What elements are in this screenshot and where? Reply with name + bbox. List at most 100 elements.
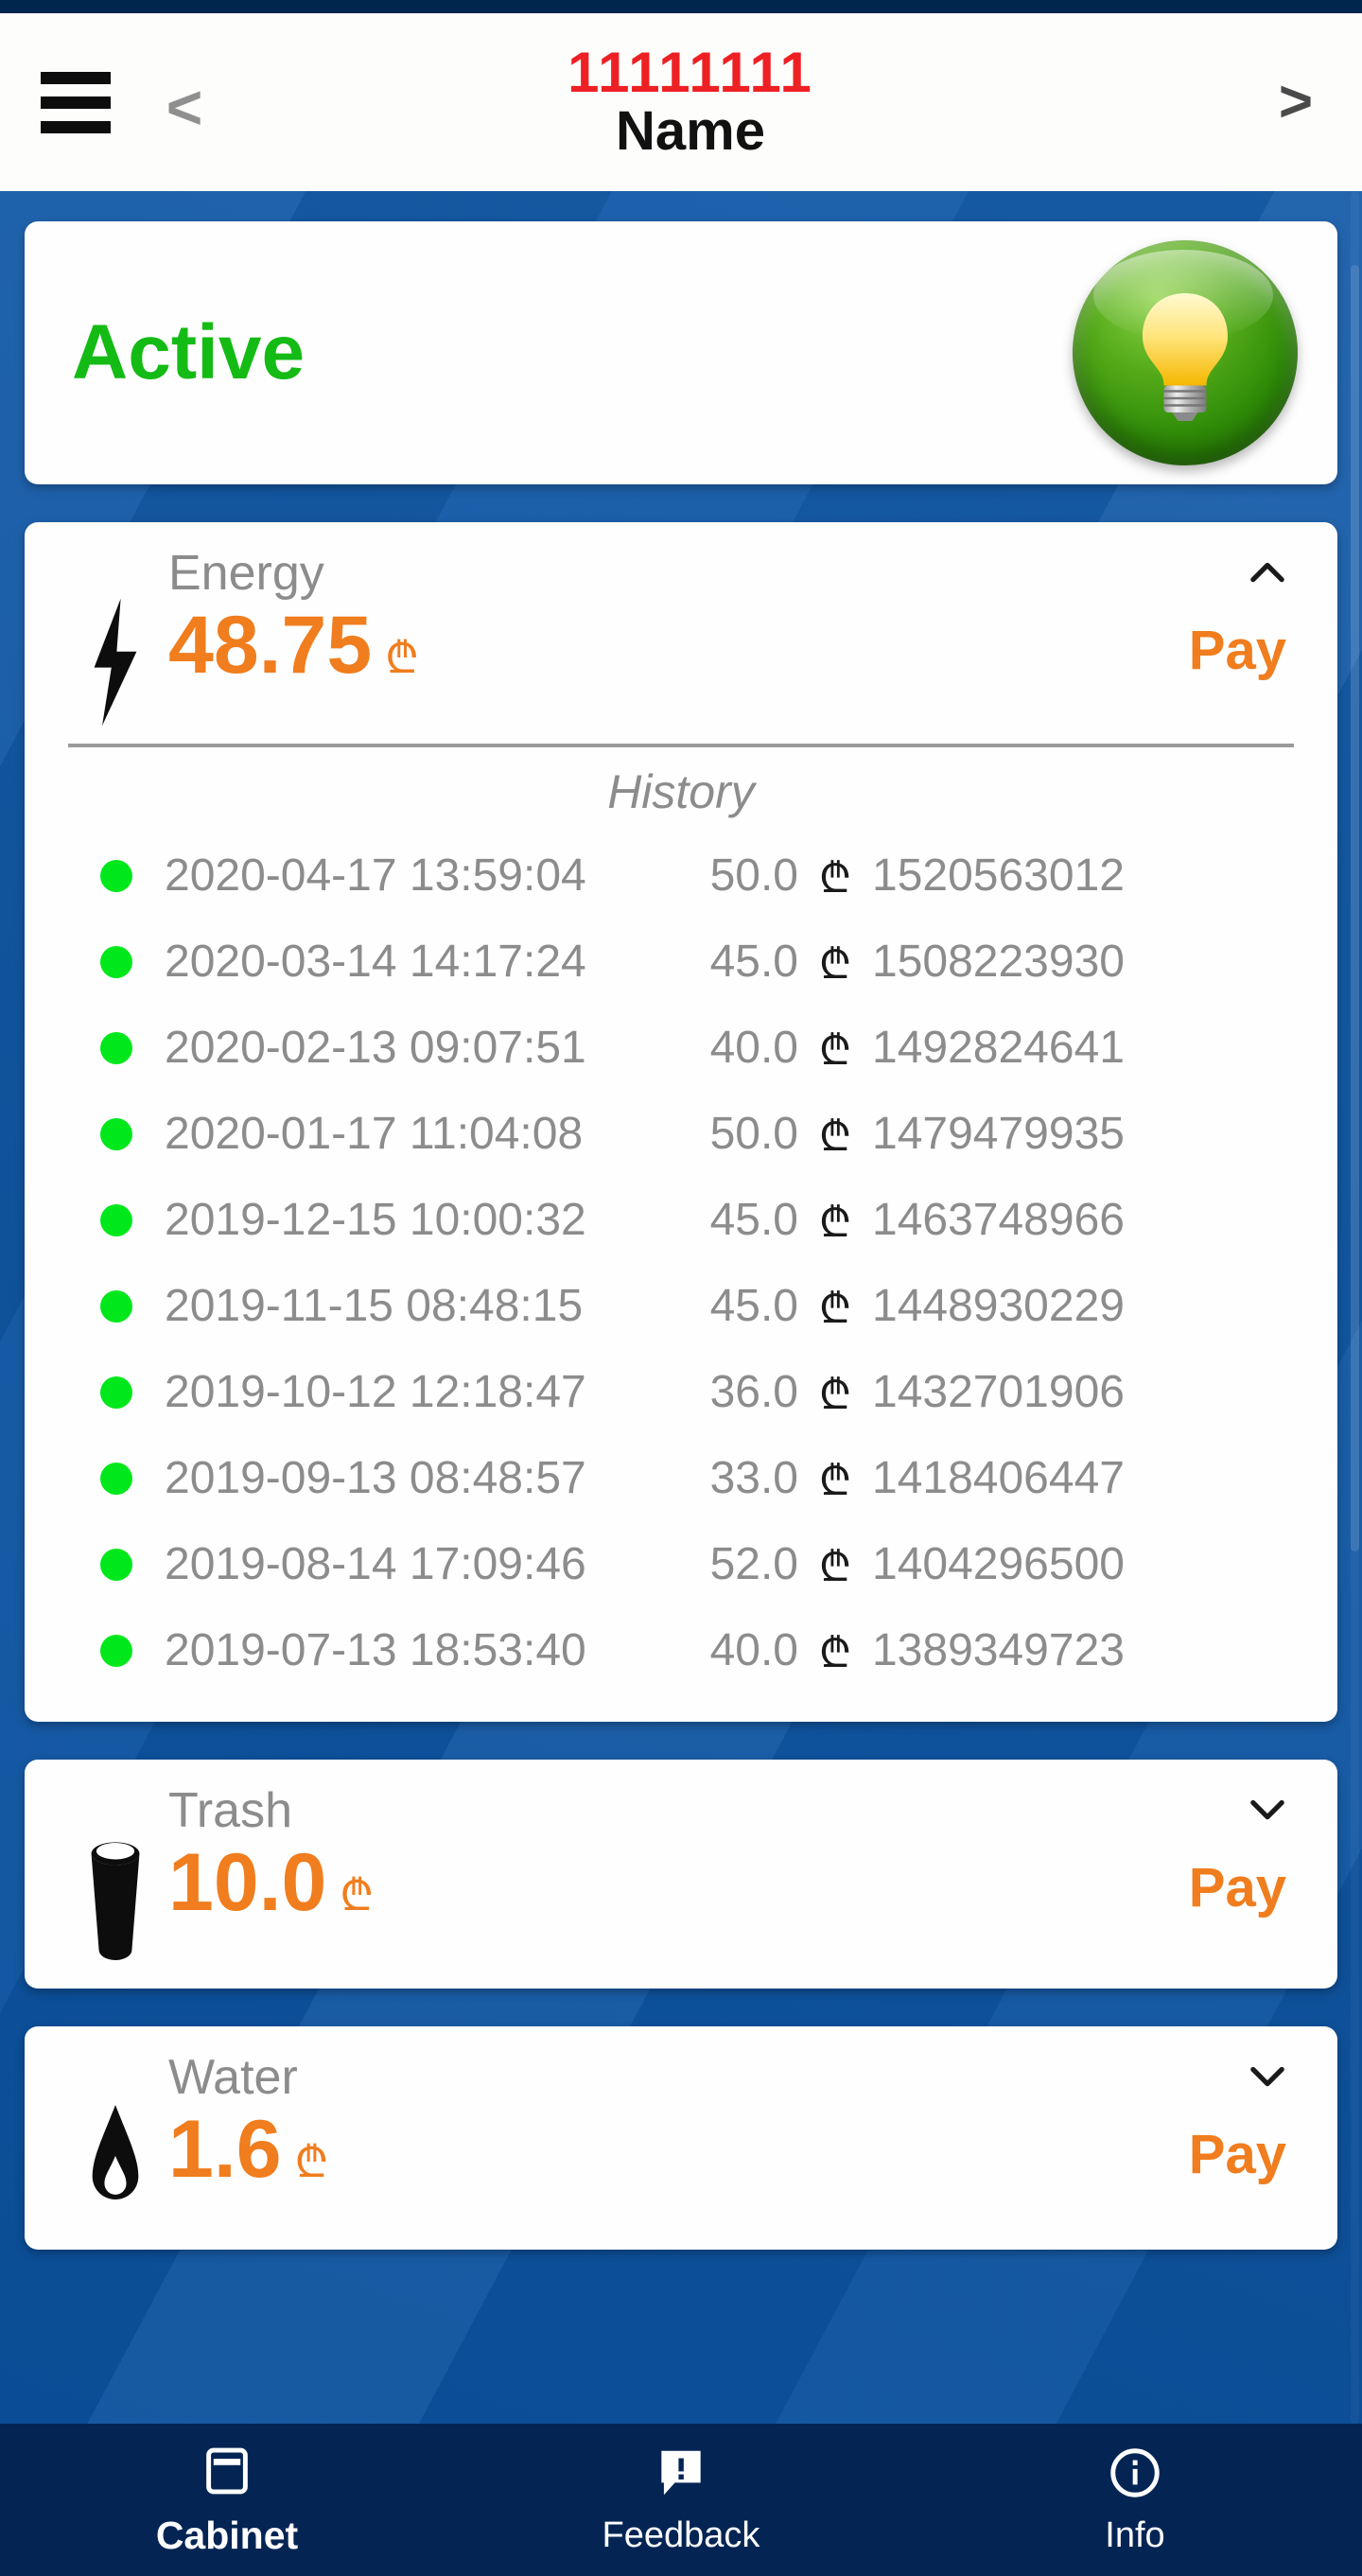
- nav-label-cabinet: Cabinet: [155, 2514, 299, 2557]
- next-account-button[interactable]: >: [1230, 73, 1362, 131]
- history-datetime: 2019-10-12 12:18:47: [165, 1367, 586, 1417]
- wallet-card-icon: [206, 2447, 248, 2495]
- history-transaction-id: 1389349723: [872, 1625, 1125, 1675]
- utility-header[interactable]: Trash 10.0 ₾ Pay: [62, 1783, 1300, 1960]
- history-datetime: 2020-04-17 13:59:04: [165, 850, 586, 901]
- chevron-up-icon[interactable]: [1239, 547, 1296, 596]
- utility-body: Energy 48.75 ₾ Pay: [168, 546, 1300, 692]
- history-amount: 33.0: [709, 1453, 798, 1503]
- water-drop-glyph: [92, 2105, 139, 2199]
- history-status-dot: [100, 945, 132, 978]
- history-datetime: 2020-01-17 11:04:08: [165, 1109, 584, 1159]
- utility-card-trash[interactable]: Trash 10.0 ₾ Pay: [25, 1760, 1337, 1989]
- history-status-dot: [100, 1289, 132, 1323]
- history-amount: 40.0: [709, 1023, 798, 1073]
- history-row[interactable]: 2019-07-13 18:53:40 40.0 ₾ 1389349723: [62, 1607, 1300, 1693]
- utility-amount-value: 48.75: [168, 600, 373, 692]
- history-transaction-id: 1492824641: [872, 1023, 1125, 1073]
- history-amount: 45.0: [709, 1195, 798, 1245]
- lightbulb-icon[interactable]: [1073, 240, 1298, 465]
- lari-currency-icon: ₾: [819, 1371, 851, 1418]
- pay-button[interactable]: Pay: [1189, 619, 1300, 688]
- nav-item-cabinet[interactable]: Cabinet: [0, 2424, 454, 2576]
- lari-currency-icon: ₾: [385, 633, 419, 683]
- history-status-dot: [100, 1376, 132, 1409]
- utility-amount-value: 10.0: [168, 1837, 327, 1929]
- pay-button[interactable]: Pay: [1189, 2123, 1300, 2192]
- utility-amount-group: 10.0 ₾: [168, 1837, 374, 1929]
- history-row[interactable]: 2019-12-15 10:00:32 45.0 ₾ 1463748966: [62, 1177, 1300, 1263]
- lari-currency-icon: ₾: [340, 1870, 374, 1920]
- history-amount: 50.0: [709, 850, 798, 901]
- history-amount: 50.0: [709, 1109, 798, 1159]
- history-datetime: 2019-07-13 18:53:40: [165, 1625, 586, 1675]
- history-row[interactable]: 2019-10-12 12:18:47 36.0 ₾ 1432701906: [62, 1349, 1300, 1435]
- utility-body: Water 1.6 ₾ Pay: [168, 2050, 1300, 2193]
- history-row[interactable]: 2019-09-13 08:48:57 33.0 ₾ 1418406447: [62, 1435, 1300, 1521]
- utility-header[interactable]: Energy 48.75 ₾ Pay: [62, 546, 1300, 728]
- system-status-bar: [0, 0, 1362, 13]
- account-number: 11111111: [568, 40, 813, 104]
- history-row[interactable]: 2019-08-14 17:09:46 52.0 ₾ 1404296500: [62, 1521, 1300, 1607]
- utility-header[interactable]: Water 1.6 ₾ Pay: [62, 2050, 1300, 2221]
- history-transaction-id: 1448930229: [872, 1281, 1125, 1331]
- history-transaction-id: 1479479935: [872, 1109, 1125, 1159]
- nav-label-feedback: Feedback: [602, 2515, 760, 2555]
- nav-label-info: Info: [1105, 2515, 1165, 2555]
- history-transaction-id: 1418406447: [872, 1453, 1125, 1503]
- history-status-dot: [100, 1548, 132, 1581]
- history-row[interactable]: 2020-03-14 14:17:24 45.0 ₾ 1508223930: [62, 919, 1300, 1005]
- history-row[interactable]: 2020-02-13 09:07:51 40.0 ₾ 1492824641: [62, 1005, 1300, 1091]
- hamburger-line: [41, 71, 111, 84]
- utility-label: Trash: [168, 1783, 292, 1838]
- lari-currency-icon: ₾: [819, 1199, 851, 1246]
- history-status-dot: [100, 1634, 132, 1667]
- history-datetime: 2019-08-14 17:09:46: [165, 1539, 586, 1589]
- chevron-down-icon[interactable]: [1239, 2051, 1296, 2100]
- history-status-dot: [100, 1031, 132, 1064]
- pay-button[interactable]: Pay: [1189, 1856, 1300, 1925]
- energy-history: History 2020-04-17 13:59:04 50.0 ₾ 15205630…: [62, 744, 1300, 1693]
- history-status-dot: [100, 1117, 132, 1150]
- status-badge: Active: [72, 309, 306, 395]
- speech-bubble-alert-icon: [661, 2450, 701, 2496]
- account-status-card: Active: [25, 221, 1337, 484]
- trash-bin-glyph: [91, 1842, 140, 1960]
- account-name: Name: [616, 100, 765, 163]
- history-status-dot: [100, 1203, 132, 1236]
- history-transaction-id: 1508223930: [872, 937, 1125, 987]
- history-transaction-id: 1463748966: [872, 1195, 1125, 1245]
- trash-bin-icon: [62, 1784, 168, 1960]
- lightning-bolt-icon: [62, 547, 168, 728]
- main-scroll-area[interactable]: Active Energy 48.75 ₾ Pay History 2020-0…: [0, 191, 1362, 2424]
- chevron-down-icon[interactable]: [1239, 1784, 1296, 1833]
- utility-card-energy[interactable]: Energy 48.75 ₾ Pay History 2020-04-17 13…: [25, 522, 1337, 1722]
- history-amount: 40.0: [709, 1625, 798, 1675]
- lari-currency-icon: ₾: [819, 1457, 851, 1504]
- lightbulb-glyph: [1143, 293, 1228, 421]
- history-row[interactable]: 2020-04-17 13:59:04 50.0 ₾ 1520563012: [62, 832, 1300, 919]
- water-drop-icon: [62, 2051, 168, 2221]
- history-row[interactable]: 2019-11-15 08:48:15 45.0 ₾ 1448930229: [62, 1263, 1300, 1349]
- lari-currency-icon: ₾: [819, 854, 851, 902]
- utility-amount-group: 48.75 ₾: [168, 600, 419, 692]
- history-title: History: [607, 765, 755, 818]
- nav-item-info[interactable]: Info: [908, 2424, 1362, 2576]
- history-transaction-id: 1404296500: [872, 1539, 1125, 1589]
- history-amount: 52.0: [709, 1539, 798, 1589]
- history-status-dot: [100, 859, 132, 892]
- utility-amount-row: 1.6 ₾ Pay: [168, 2107, 1300, 2193]
- divider: [68, 744, 1294, 747]
- lari-currency-icon: ₾: [819, 1543, 851, 1590]
- lightning-bolt-glyph: [94, 598, 137, 727]
- history-transaction-id: 1432701906: [872, 1367, 1125, 1417]
- nav-item-feedback[interactable]: Feedback: [454, 2424, 908, 2576]
- history-list: 2020-04-17 13:59:04 50.0 ₾ 1520563012 2020-0…: [62, 832, 1300, 1693]
- info-circle-icon: [1110, 2448, 1160, 2497]
- utility-card-water[interactable]: Water 1.6 ₾ Pay: [25, 2026, 1337, 2250]
- history-row[interactable]: 2020-01-17 11:04:08 50.0 ₾ 1479479935: [62, 1091, 1300, 1177]
- bottom-navigation: Cabinet Feedback Info: [0, 2424, 1362, 2576]
- hamburger-menu-icon[interactable]: [19, 71, 132, 133]
- scrollbar-thumb[interactable]: [1351, 265, 1359, 1551]
- lari-currency-icon: ₾: [819, 1113, 851, 1160]
